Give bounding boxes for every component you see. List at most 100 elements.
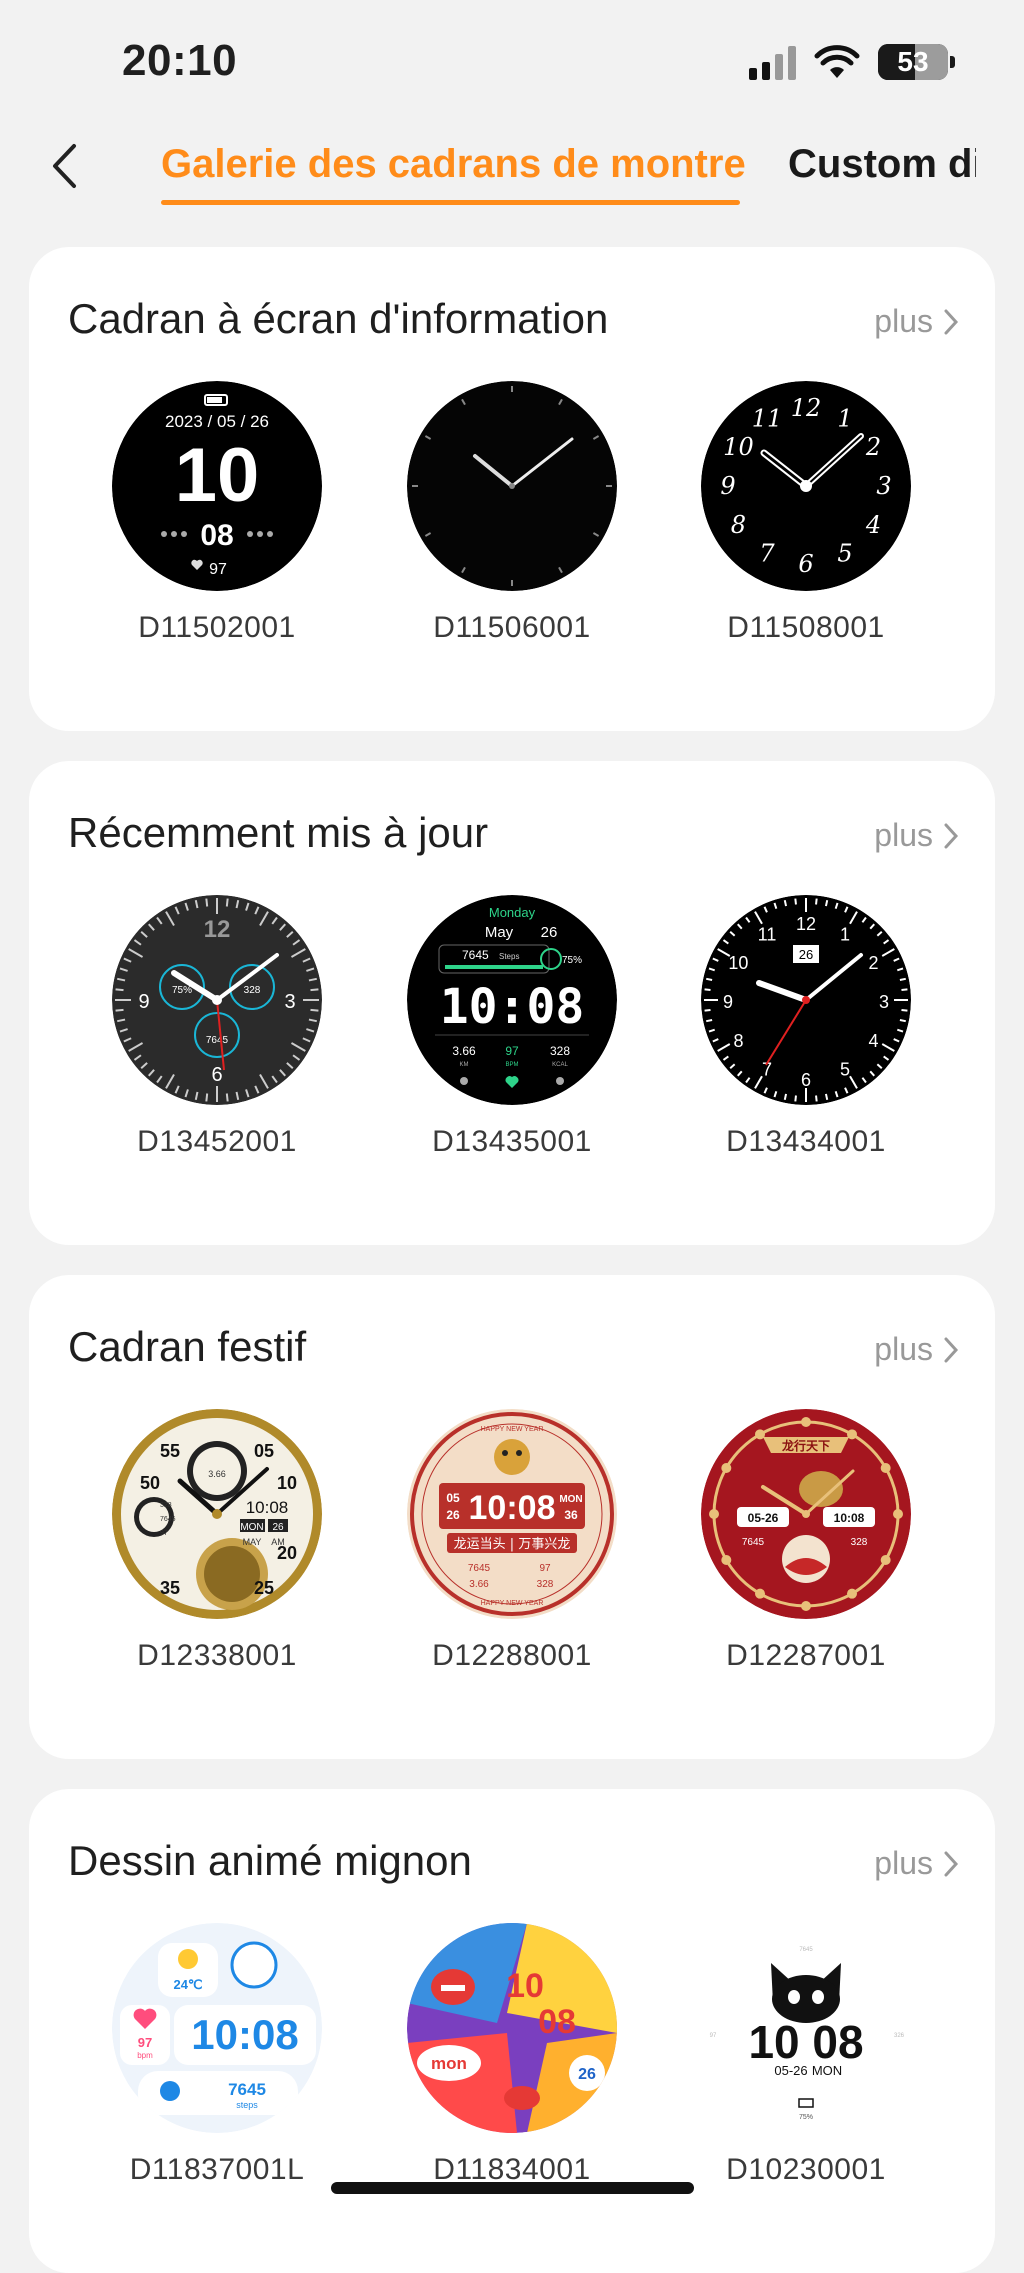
svg-text:328: 328 xyxy=(537,1579,554,1590)
face-id-label: D11508001 xyxy=(727,611,885,644)
face-id-label: D12287001 xyxy=(726,1639,886,1672)
battery-icon: 53 xyxy=(878,44,955,80)
svg-text:7645: 7645 xyxy=(228,2080,266,2099)
face-id-label: D10230001 xyxy=(726,2153,886,2186)
svg-text:10:08: 10:08 xyxy=(440,979,585,1035)
svg-text:24℃: 24℃ xyxy=(173,1977,202,1992)
dial-numeral: 5 xyxy=(837,540,852,568)
svg-text:75%: 75% xyxy=(799,2114,813,2121)
more-link[interactable]: plus xyxy=(874,817,959,854)
face-id-label: D12338001 xyxy=(137,1639,297,1672)
svg-text:7645: 7645 xyxy=(206,1035,229,1046)
section-title: Cadran à écran d'information xyxy=(68,295,609,342)
svg-text:3.66: 3.66 xyxy=(208,1469,226,1479)
watch-face-D12338001[interactable]: 55 05 50 10 20 25 35 3.66 10:08 MON 26 M… xyxy=(112,1409,322,1619)
chevron-right-icon xyxy=(944,1851,959,1876)
status-bar: 20:10 53 xyxy=(0,0,1024,120)
section-title: Cadran festif xyxy=(68,1323,307,1370)
watch-face-D12288001[interactable]: HAPPY NEW YEAR 05 26 10:08 MON 36 龙运当头 |… xyxy=(407,1409,617,1619)
dial-numeral: 3 xyxy=(879,992,889,1012)
svg-text:326: 326 xyxy=(894,2033,905,2039)
svg-text:05-26: 05-26 xyxy=(774,2063,807,2078)
svg-text:龙运当头 | 万事兴龙: 龙运当头 | 万事兴龙 xyxy=(454,1537,571,1552)
wifi-icon xyxy=(814,45,860,78)
face-id-label: D13434001 xyxy=(726,1125,886,1158)
watch-face-D11837001L[interactable]: 24℃ 97 bpm 10:08 7645 steps xyxy=(112,1923,322,2133)
svg-text:328: 328 xyxy=(851,1537,868,1548)
dial-numeral: 12 xyxy=(796,914,816,934)
more-link[interactable]: plus xyxy=(874,303,959,340)
tab-watch-face-gallery[interactable]: Galerie des cadrans de montre xyxy=(161,142,746,187)
more-link[interactable]: plus xyxy=(874,1331,959,1368)
svg-text:7645: 7645 xyxy=(462,948,489,962)
svg-text:MON: MON xyxy=(812,2063,842,2078)
dial-numeral: 9 xyxy=(720,472,735,500)
more-link[interactable]: plus xyxy=(874,1845,959,1882)
svg-text:50: 50 xyxy=(140,1473,160,1493)
dial-numeral: 3 xyxy=(876,472,891,500)
dial-numeral: 7 xyxy=(759,540,775,568)
watch-face-D13435001[interactable]: Monday May 26 7645 Steps 75% 10:08 3.66 … xyxy=(407,895,617,1105)
watch-face-D11506001[interactable] xyxy=(407,381,617,591)
section-card-cute-cartoon: Dessin animé mignon plus 24℃ 97 bpm 10:0… xyxy=(29,1789,995,2273)
svg-text:05-26: 05-26 xyxy=(748,1511,779,1525)
face-id-label: D11506001 xyxy=(433,611,591,644)
svg-text:97: 97 xyxy=(160,1530,168,1537)
dial-numeral: 12 xyxy=(791,394,822,422)
dial-numeral: 1 xyxy=(837,404,852,432)
watch-face-D11508001[interactable]: 12 1 2 3 4 5 6 7 8 9 10 11 xyxy=(701,381,911,591)
watch-face-D13452001[interactable]: 12 9 3 6 75% 328 7645 xyxy=(112,895,322,1105)
section-title: Récemment mis à jour xyxy=(68,809,489,856)
section-card-info-screen: Cadran à écran d'information plus 2023 /… xyxy=(29,247,995,731)
watch-face-D13434001[interactable]: 12 1 2 3 4 5 6 7 8 9 10 11 26 xyxy=(701,895,911,1105)
svg-text:Monday: Monday xyxy=(489,905,536,920)
status-icons: 53 xyxy=(749,40,955,84)
cellular-signal-icon xyxy=(749,44,796,80)
back-button[interactable] xyxy=(40,136,88,196)
dial-numeral: 10 xyxy=(723,433,754,461)
chevron-left-icon xyxy=(53,144,76,188)
more-label: plus xyxy=(874,817,933,853)
dial-numeral: 5 xyxy=(840,1060,850,1080)
tab-custom-dial[interactable]: Custom di xyxy=(788,142,976,187)
svg-text:MAY: MAY xyxy=(243,1537,262,1547)
svg-text:05: 05 xyxy=(446,1491,460,1505)
dial-numeral: 8 xyxy=(731,511,746,539)
status-time: 20:10 xyxy=(122,36,238,85)
watch-face-D10230001[interactable]: 7645 10 08 05-26 MON 75% 97 326 xyxy=(701,1923,911,2133)
svg-text:MON: MON xyxy=(559,1494,582,1505)
svg-text:97: 97 xyxy=(710,2033,717,2039)
svg-text:97: 97 xyxy=(539,1563,551,1574)
svg-text:05: 05 xyxy=(254,1441,274,1461)
svg-text:HAPPY NEW YEAR: HAPPY NEW YEAR xyxy=(481,1426,544,1433)
svg-text:bpm: bpm xyxy=(137,2051,153,2060)
dial-numeral: 1 xyxy=(840,924,850,944)
svg-text:328: 328 xyxy=(244,985,261,996)
dial-numeral: 11 xyxy=(752,404,783,432)
svg-text:BPM: BPM xyxy=(505,1062,518,1068)
svg-text:10:08: 10:08 xyxy=(191,2011,298,2058)
svg-text:KM: KM xyxy=(460,1062,469,1068)
dial-numeral: 10 xyxy=(728,953,748,973)
dial-numeral: 4 xyxy=(865,511,881,539)
dial-numeral: 2 xyxy=(869,953,879,973)
svg-text:3.66: 3.66 xyxy=(469,1579,489,1590)
dial-numeral: 11 xyxy=(758,924,777,944)
svg-text:10: 10 xyxy=(506,1967,544,2005)
home-indicator[interactable] xyxy=(331,2182,694,2194)
svg-text:328: 328 xyxy=(160,1502,172,1509)
watch-face-D11834001[interactable]: 10 08 mon 26 xyxy=(407,1923,617,2133)
svg-text:328: 328 xyxy=(550,1044,570,1058)
watch-face-D11502001[interactable]: 2023 / 05 / 26 10 08 97 xyxy=(112,381,322,591)
dial-numeral: 8 xyxy=(733,1031,743,1051)
active-tab-indicator xyxy=(161,200,740,205)
face-id-label: D13452001 xyxy=(137,1125,297,1158)
face-date: 2023 / 05 / 26 xyxy=(165,412,269,431)
watch-face-D12287001[interactable]: 龙行天下 05-26 10:08 7645 328 xyxy=(701,1409,911,1619)
svg-text:mon: mon xyxy=(431,2054,467,2073)
face-id-label: D12288001 xyxy=(432,1639,592,1672)
svg-text:7645: 7645 xyxy=(468,1563,491,1574)
svg-text:97: 97 xyxy=(138,2035,152,2050)
chevron-right-icon xyxy=(944,309,959,334)
dial-numeral: 6 xyxy=(801,1070,811,1090)
